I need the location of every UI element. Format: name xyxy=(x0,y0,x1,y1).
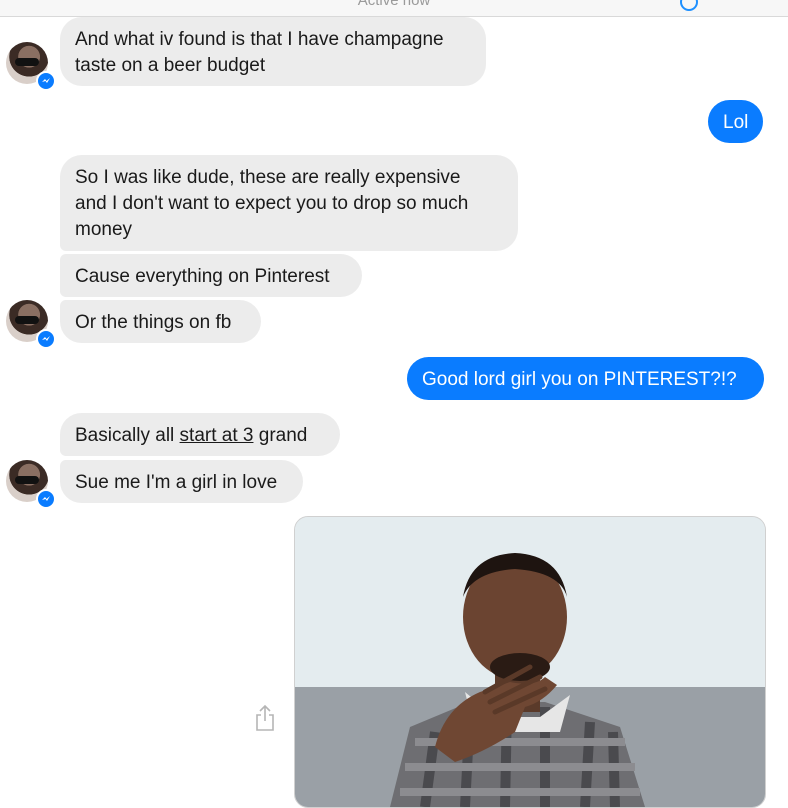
message-text-after: grand xyxy=(253,425,308,446)
avatar[interactable] xyxy=(6,300,56,349)
avatar-sunglasses xyxy=(15,476,39,484)
message-text: Sue me I'm a girl in love xyxy=(75,472,278,493)
message-line: And what iv found is that I have champag… xyxy=(75,29,444,50)
message-bubble-outgoing[interactable]: Good lord girl you on PINTEREST?!? xyxy=(407,357,764,400)
avatar[interactable] xyxy=(6,460,56,509)
message-bubble-incoming[interactable]: Cause everything on Pinterest xyxy=(60,254,362,297)
message-bubble-incoming[interactable]: So I was like dude, these are really exp… xyxy=(60,155,518,251)
message-text: Or the things on fb xyxy=(75,312,232,333)
avatar[interactable] xyxy=(6,42,56,91)
message-line: taste on a beer budget xyxy=(75,55,266,76)
gif-attachment[interactable] xyxy=(294,516,766,808)
conversation-header: Active now xyxy=(0,0,788,17)
messenger-badge-icon xyxy=(36,329,56,349)
avatar-sunglasses xyxy=(15,316,39,324)
message-link[interactable]: start at 3 xyxy=(180,425,254,446)
gif-image xyxy=(295,517,765,807)
message-bubble-incoming[interactable]: And what iv found is that I have champag… xyxy=(60,17,486,86)
message-line: money xyxy=(75,219,133,240)
message-line: and I don't want to expect you to drop s… xyxy=(75,193,469,214)
message-text-before: Basically all xyxy=(75,425,180,446)
message-line: So I was like dude, these are really exp… xyxy=(75,167,461,188)
message-text: Lol xyxy=(723,112,749,133)
active-status: Active now xyxy=(357,0,431,9)
message-bubble-incoming[interactable]: Or the things on fb xyxy=(60,300,261,343)
message-bubble-incoming[interactable]: Sue me I'm a girl in love xyxy=(60,460,303,503)
info-icon[interactable] xyxy=(680,0,698,11)
avatar-sunglasses xyxy=(15,58,39,66)
messenger-badge-icon xyxy=(36,489,56,509)
message-bubble-outgoing[interactable]: Lol xyxy=(708,100,763,143)
share-icon[interactable] xyxy=(255,704,275,732)
message-text: Cause everything on Pinterest xyxy=(75,266,330,287)
message-text: Good lord girl you on PINTEREST?!? xyxy=(422,369,737,390)
message-bubble-incoming[interactable]: Basically all start at 3 grand xyxy=(60,413,340,456)
messenger-badge-icon xyxy=(36,71,56,91)
